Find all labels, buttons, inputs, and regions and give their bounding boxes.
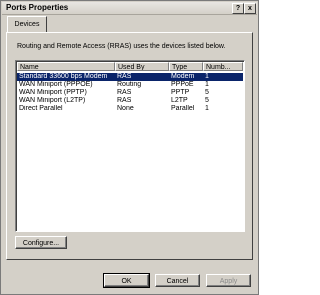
device-number: 1: [205, 105, 209, 112]
device-row[interactable]: Standard 33600 bps Modem RAS Modem 1: [17, 73, 243, 81]
device-name: WAN Miniport (PPPOE): [19, 81, 93, 88]
close-button[interactable]: x: [244, 3, 256, 14]
window-title: Ports Properties: [6, 3, 69, 12]
device-used-by: RAS: [117, 89, 132, 96]
apply-button[interactable]: Apply: [206, 274, 251, 287]
devices-list[interactable]: Name Used By Type Numb... Standard 33600…: [15, 60, 245, 232]
device-row[interactable]: WAN Miniport (L2TP) RAS L2TP 5: [17, 97, 243, 105]
device-type: Parallel: [171, 105, 195, 112]
device-type: Modem: [171, 73, 195, 80]
device-type: PPPoE: [171, 81, 194, 88]
device-number: 1: [205, 73, 209, 80]
device-used-by: RAS: [117, 73, 132, 80]
device-name: WAN Miniport (PPTP): [19, 89, 87, 96]
help-button[interactable]: ?: [232, 3, 244, 14]
device-row[interactable]: WAN Miniport (PPPOE) Routing PPPoE 1: [17, 81, 243, 89]
devices-description: Routing and Remote Access (RRAS) uses th…: [17, 43, 226, 50]
device-used-by: Routing: [117, 81, 142, 88]
device-number: 5: [205, 89, 209, 96]
device-name: Standard 33600 bps Modem: [19, 73, 108, 80]
title-bar: Ports Properties ? x: [2, 2, 257, 15]
device-row[interactable]: WAN Miniport (PPTP) RAS PPTP 5: [17, 89, 243, 97]
device-used-by: RAS: [117, 97, 132, 104]
tab-devices[interactable]: Devices: [7, 16, 47, 32]
device-name: WAN Miniport (L2TP): [19, 97, 86, 104]
device-row[interactable]: Direct Parallel None Parallel 1: [17, 105, 243, 113]
device-number: 1: [205, 81, 209, 88]
configure-button[interactable]: Configure...: [15, 236, 67, 249]
column-header-name[interactable]: Name: [17, 62, 115, 71]
ports-properties-dialog: Ports Properties ? x Devices Routing and…: [0, 0, 259, 295]
device-number: 5: [205, 97, 209, 104]
column-header-used-by[interactable]: Used By: [115, 62, 169, 71]
cancel-button[interactable]: Cancel: [155, 274, 200, 287]
column-header-type[interactable]: Type: [169, 62, 203, 71]
device-type: L2TP: [171, 97, 188, 104]
device-type: PPTP: [171, 89, 190, 96]
devices-panel: Routing and Remote Access (RRAS) uses th…: [6, 32, 253, 260]
ok-button[interactable]: OK: [103, 273, 150, 288]
device-used-by: None: [117, 105, 134, 112]
column-header-number[interactable]: Numb...: [203, 62, 243, 71]
device-name: Direct Parallel: [19, 105, 63, 112]
